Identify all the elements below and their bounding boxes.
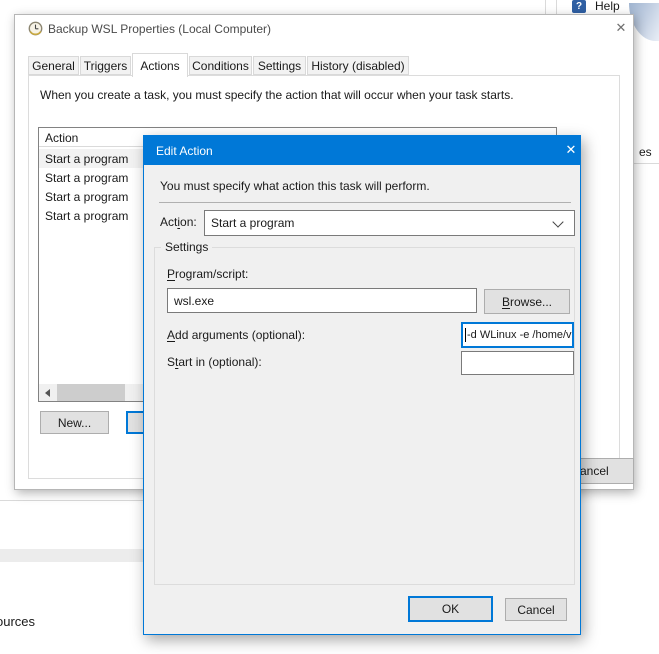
dialog-title: Edit Action xyxy=(156,144,213,158)
background-divider xyxy=(556,0,557,14)
tree-item-fragment: ources xyxy=(0,614,35,630)
add-arguments-value: -d WLinux -e /home/val xyxy=(467,329,574,341)
scrollbar-thumb[interactable] xyxy=(57,384,125,401)
background-band xyxy=(0,549,145,562)
divider xyxy=(633,163,659,164)
text-caret xyxy=(465,328,466,342)
scroll-left-button[interactable] xyxy=(39,384,56,401)
tab-conditions[interactable]: Conditions xyxy=(189,56,252,75)
triangle-left-icon xyxy=(45,389,50,397)
action-label: Action: xyxy=(160,215,197,230)
background-divider xyxy=(545,0,546,14)
help-icon[interactable]: ? xyxy=(572,0,586,13)
ok-button[interactable]: OK xyxy=(408,596,493,622)
program-script-input[interactable]: wsl.exe xyxy=(167,288,477,313)
help-menu-item[interactable]: Help xyxy=(595,0,620,13)
close-icon[interactable]: ✕ xyxy=(560,138,582,162)
action-dropdown[interactable]: Start a program xyxy=(204,210,575,236)
actions-tab-description: When you create a task, you must specify… xyxy=(40,88,514,103)
window-title: Backup WSL Properties (Local Computer) xyxy=(48,21,271,37)
tab-triggers[interactable]: Triggers xyxy=(80,56,131,75)
tab-history[interactable]: History (disabled) xyxy=(307,56,409,75)
start-in-label: Start in (optional): xyxy=(167,355,262,370)
add-arguments-input[interactable]: -d WLinux -e /home/val xyxy=(461,322,574,348)
divider xyxy=(0,500,144,501)
settings-group-label: Settings xyxy=(161,240,212,254)
dialog-titlebar[interactable]: Edit Action xyxy=(144,136,580,165)
tab-general[interactable]: General xyxy=(28,56,79,75)
start-in-input[interactable] xyxy=(461,351,574,375)
new-button[interactable]: New... xyxy=(40,411,109,434)
actions-pane-item-fragment[interactable]: es xyxy=(639,145,652,159)
tab-actions[interactable]: Actions xyxy=(132,53,188,77)
program-script-label: Program/script: xyxy=(167,267,248,282)
cancel-button[interactable]: Cancel xyxy=(505,598,567,621)
separator xyxy=(159,202,571,203)
tab-settings[interactable]: Settings xyxy=(253,56,306,75)
action-dropdown-value: Start a program xyxy=(211,216,294,230)
browse-button[interactable]: Browse... xyxy=(484,289,570,314)
dialog-instruction: You must specify what action this task w… xyxy=(160,179,430,194)
close-icon[interactable]: ✕ xyxy=(611,19,631,37)
task-scheduler-clock-icon xyxy=(28,21,43,36)
add-arguments-label: Add arguments (optional): xyxy=(167,328,305,343)
